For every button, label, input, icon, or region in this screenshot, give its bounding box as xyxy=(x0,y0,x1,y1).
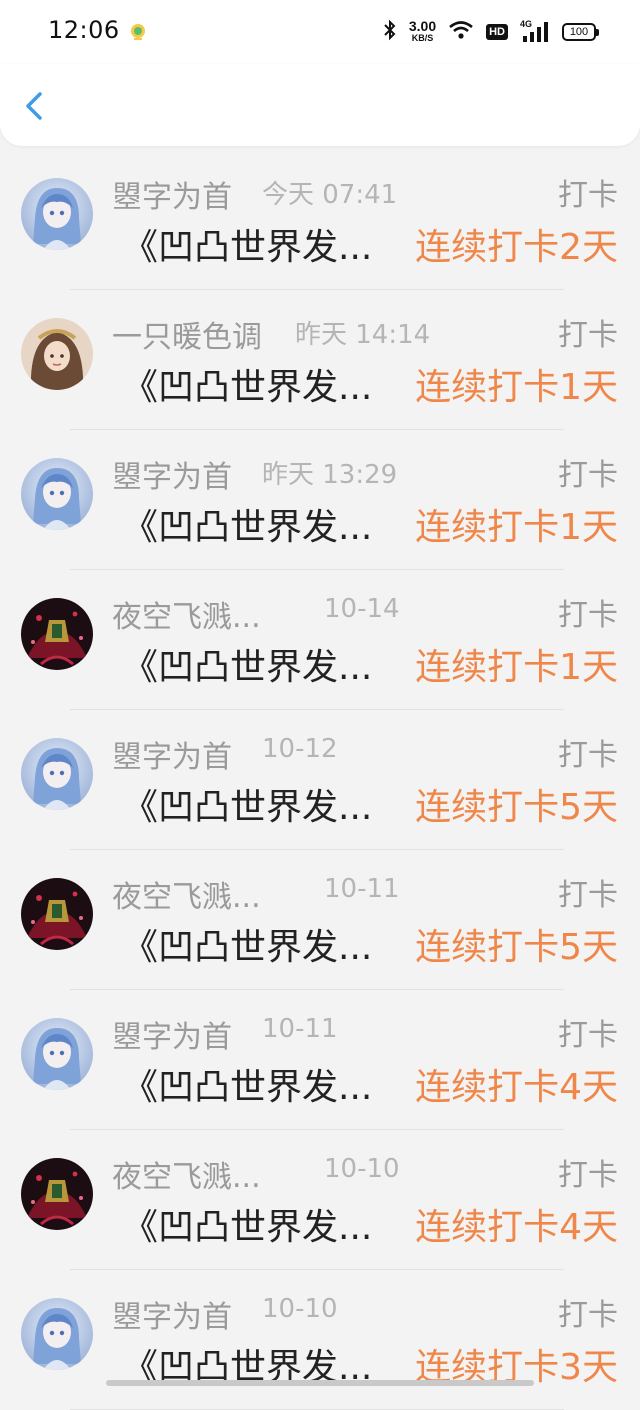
avatar-image xyxy=(21,738,93,810)
book-title: 《凹凸世界发... xyxy=(122,787,373,828)
user-name: 曌字为首 xyxy=(112,180,232,215)
checkin-type-label: 打卡 xyxy=(558,318,618,353)
checkin-time: 10-12 xyxy=(262,734,338,764)
user-name: 曌字为首 xyxy=(112,1300,232,1335)
avatar-image xyxy=(21,598,93,670)
checkin-type-label: 打卡 xyxy=(558,878,618,913)
book-title: 《凹凸世界发... xyxy=(122,647,373,688)
checkin-list-item[interactable]: 曌字为首 10-10 打卡 《凹凸世界发... 连续打卡3天 xyxy=(0,1270,640,1410)
checkin-type-label: 打卡 xyxy=(558,1018,618,1053)
checkin-list-item[interactable]: 曌字为首 昨天 13:29 打卡《凹凸世界发... 连续打卡1天 xyxy=(0,430,640,570)
streak-count: 连续打卡5天 xyxy=(415,927,618,968)
user-avatar[interactable] xyxy=(21,1158,93,1230)
user-avatar[interactable] xyxy=(21,458,93,530)
checkin-time: 10-14 xyxy=(324,594,400,624)
book-title: 《凹凸世界发... xyxy=(122,927,373,968)
user-name: 曌字为首 xyxy=(112,460,232,495)
book-title: 《凹凸世界发... xyxy=(122,227,373,268)
checkin-time: 今天 07:41 xyxy=(262,180,398,210)
user-avatar[interactable] xyxy=(21,318,93,390)
user-name: 曌字为首 xyxy=(112,740,232,775)
bluetooth-icon xyxy=(383,19,397,45)
checkin-type-label: 打卡 xyxy=(558,738,618,773)
wifi-icon xyxy=(448,20,474,44)
checkin-list-item[interactable]: 夜空飞溅... 10-11 打卡《凹凸世界发... 连续打卡5天 xyxy=(0,850,640,990)
streak-count: 连续打卡4天 xyxy=(415,1067,618,1108)
avatar-image xyxy=(21,1298,93,1370)
status-indicators: 3.00 KB/S HD 4G 100 xyxy=(383,16,599,48)
streak-count: 连续打卡1天 xyxy=(415,647,618,688)
app-notification-icon xyxy=(128,22,148,42)
avatar-image xyxy=(21,318,93,390)
streak-count: 连续打卡1天 xyxy=(415,507,618,548)
streak-count: 连续打卡1天 xyxy=(415,367,618,408)
chevron-left-icon xyxy=(26,92,42,120)
avatar-image xyxy=(21,1018,93,1090)
avatar-image xyxy=(21,458,93,530)
checkin-list-item[interactable]: 一只暖色调 昨天 14:14 打卡《凹凸世界发... 连续打卡1天 xyxy=(0,290,640,430)
avatar-image xyxy=(21,878,93,950)
checkin-list-item[interactable]: 曌字为首 10-11 打卡《凹凸世界发... 连续打卡4天 xyxy=(0,990,640,1130)
checkin-type-label: 打卡 xyxy=(558,598,618,633)
top-nav-bar xyxy=(0,64,640,146)
avatar-image xyxy=(21,1158,93,1230)
status-bar: 12:06 3.00 KB/S HD 4G 100 xyxy=(0,0,640,64)
book-title: 《凹凸世界发... xyxy=(122,1207,373,1248)
book-title: 《凹凸世界发... xyxy=(122,1067,373,1108)
user-avatar[interactable] xyxy=(21,178,93,250)
user-name: 一只暖色调 xyxy=(112,320,262,355)
user-avatar[interactable] xyxy=(21,738,93,810)
user-name: 夜空飞溅... xyxy=(112,1160,261,1195)
book-title: 《凹凸世界发... xyxy=(122,367,373,408)
checkin-list-item[interactable]: 曌字为首 10-12 打卡《凹凸世界发... 连续打卡5天 xyxy=(0,710,640,850)
checkin-list: 曌字为首 今天 07:41 打卡 《凹凸世界发... 连续打卡2天 一只暖色调 昨天 14:… xyxy=(0,150,640,1410)
cellular-signal-icon: 4G xyxy=(520,20,550,44)
checkin-type-label: 打卡 xyxy=(558,1298,618,1333)
checkin-list-item[interactable]: 夜空飞溅... 10-14 打卡《凹凸世界发... 连续打卡1天 xyxy=(0,570,640,710)
user-avatar[interactable] xyxy=(21,1298,93,1370)
status-time: 12:06 xyxy=(48,16,120,44)
checkin-list-item[interactable]: 夜空飞溅... 10-10 打卡《凹凸世界发... 连续打卡4天 xyxy=(0,1130,640,1270)
checkin-type-label: 打卡 xyxy=(558,1158,618,1193)
hd-badge: HD xyxy=(486,24,508,40)
book-title: 《凹凸世界发... xyxy=(122,507,373,548)
user-avatar[interactable] xyxy=(21,598,93,670)
battery-indicator: 100 xyxy=(562,23,599,41)
checkin-type-label: 打卡 xyxy=(558,178,618,213)
home-indicator[interactable] xyxy=(106,1380,534,1386)
back-button[interactable] xyxy=(14,86,54,126)
checkin-time: 10-11 xyxy=(262,1014,338,1044)
network-speed-value: 3.00 xyxy=(408,18,437,34)
streak-count: 连续打卡4天 xyxy=(415,1207,618,1248)
user-name: 夜空飞溅... xyxy=(112,880,261,915)
checkin-time: 10-10 xyxy=(324,1154,400,1184)
avatar-image xyxy=(21,178,93,250)
checkin-type-label: 打卡 xyxy=(558,458,618,493)
network-speed-unit: KB/S xyxy=(411,33,434,43)
checkin-time: 昨天 14:14 xyxy=(295,320,431,350)
checkin-time: 10-10 xyxy=(262,1294,338,1324)
checkin-time: 昨天 13:29 xyxy=(262,460,398,490)
checkin-list-item[interactable]: 曌字为首 今天 07:41 打卡《凹凸世界发... 连续打卡2天 xyxy=(0,150,640,290)
user-avatar[interactable] xyxy=(21,1018,93,1090)
user-name: 曌字为首 xyxy=(112,1020,232,1055)
checkin-time: 10-11 xyxy=(324,874,400,904)
user-avatar[interactable] xyxy=(21,878,93,950)
streak-count: 连续打卡5天 xyxy=(415,787,618,828)
streak-count: 连续打卡2天 xyxy=(415,227,618,268)
network-speed: 3.00 KB/S xyxy=(408,18,437,44)
user-name: 夜空飞溅... xyxy=(112,600,261,635)
